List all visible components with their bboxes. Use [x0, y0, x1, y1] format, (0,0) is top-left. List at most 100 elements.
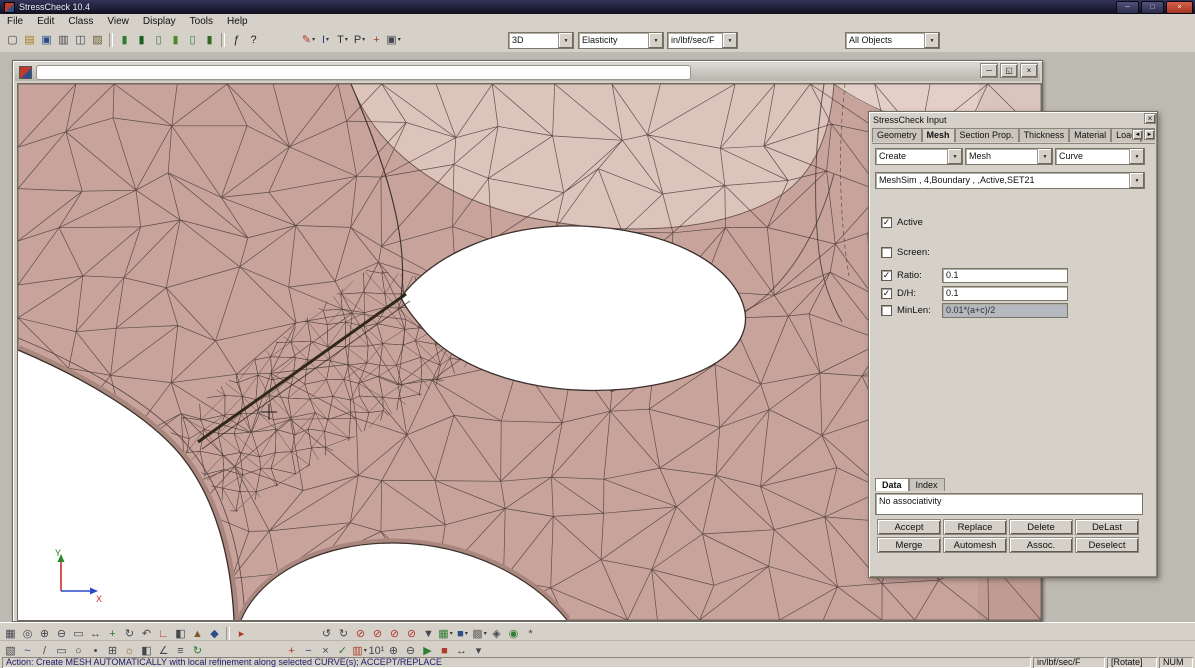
chevron-down-icon: ▾: [345, 32, 348, 48]
chevron-down-icon[interactable]: ▼: [722, 33, 737, 48]
copy-image-icon[interactable]: ◫: [72, 32, 89, 48]
menu-class[interactable]: Class: [61, 15, 100, 28]
ratio-input[interactable]: 0.1: [942, 268, 1068, 283]
selection-dropdown-value: Curve: [1056, 149, 1129, 164]
save-model-icon[interactable]: ▣: [38, 32, 55, 48]
save-database-icon[interactable]: ▮: [133, 32, 150, 48]
tab-scroll-right-button[interactable]: ►: [1144, 129, 1155, 140]
dialog-close-button[interactable]: ×: [1144, 113, 1156, 124]
statusbar: Action: Create MESH AUTOMATICALLY with l…: [0, 656, 1195, 668]
delast-button[interactable]: DeLast: [1075, 519, 1139, 535]
dialog-titlebar[interactable]: StressCheck Input: [871, 113, 1155, 126]
active-checkbox-label: Active: [897, 217, 923, 228]
chevron-down-icon[interactable]: ▼: [558, 33, 573, 48]
delete-button[interactable]: Delete: [1009, 519, 1073, 535]
chevron-down-icon[interactable]: ▼: [1129, 173, 1144, 188]
model-info-icon[interactable]: ▮: [201, 32, 218, 48]
status-num-lock: NUM: [1159, 657, 1193, 668]
accept-button[interactable]: Accept: [877, 519, 941, 535]
tab-mesh[interactable]: Mesh: [922, 128, 955, 142]
theory-dropdown-value: Elasticity: [579, 33, 648, 48]
objects-dropdown[interactable]: All Objects ▼: [845, 32, 940, 49]
minlen-checkbox[interactable]: [881, 305, 892, 316]
record-dropdown[interactable]: MeshSim , 4,Boundary , ,Active,SET21 ▼: [875, 172, 1145, 189]
ratio-row: ✓ Ratio:: [881, 269, 922, 282]
edit-toolbar: ▧~/▭○•⊞☼◧∠≡↻ +−×✓▥▾10¹⊕⊖▶■↔▾: [0, 640, 1195, 657]
child-minimize-button[interactable]: ─: [980, 63, 998, 78]
context-help-icon[interactable]: ?: [245, 32, 262, 48]
minlen-input[interactable]: 0.01*(a+c)/2: [942, 303, 1068, 318]
dimension-dropdown[interactable]: 3D ▼: [508, 32, 574, 49]
status-units: in/lbf/sec/F: [1033, 657, 1105, 668]
open-model-icon[interactable]: ▤: [21, 32, 38, 48]
x-axis-label: X: [96, 594, 102, 604]
automesh-button[interactable]: Automesh: [943, 537, 1007, 553]
menu-help[interactable]: Help: [220, 15, 255, 28]
toolbar-separator: [226, 627, 230, 641]
marker-plus-icon[interactable]: +: [368, 32, 385, 48]
open-database-icon[interactable]: ▮: [116, 32, 133, 48]
tab-data[interactable]: Data: [875, 478, 909, 491]
text-display-icon[interactable]: T▾: [334, 32, 351, 48]
dh-checkbox[interactable]: ✓: [881, 288, 892, 299]
tab-geometry[interactable]: Geometry: [872, 128, 922, 142]
export-file-icon[interactable]: ▮: [167, 32, 184, 48]
screen-checkbox[interactable]: [881, 247, 892, 258]
dh-input[interactable]: 0.1: [942, 286, 1068, 301]
deselect-button[interactable]: Deselect: [1075, 537, 1139, 553]
titlebar: StressCheck 10.4 ─ □ ×: [0, 0, 1195, 14]
capture-icon[interactable]: ▣▾: [385, 32, 402, 48]
active-row: ✓ Active: [881, 216, 923, 229]
chevron-down-icon[interactable]: ▼: [648, 33, 663, 48]
point-display-icon[interactable]: P▾: [351, 32, 368, 48]
close-button[interactable]: ×: [1166, 1, 1193, 14]
pen-color-icon[interactable]: ✎▾: [300, 32, 317, 48]
menu-edit[interactable]: Edit: [30, 15, 61, 28]
objects-dropdown-value: All Objects: [846, 33, 924, 48]
menu-display[interactable]: Display: [136, 15, 183, 28]
theory-dropdown[interactable]: Elasticity ▼: [578, 32, 664, 49]
new-model-icon[interactable]: ▢: [4, 32, 21, 48]
import-file-icon[interactable]: ▯: [150, 32, 167, 48]
ratio-checkbox[interactable]: ✓: [881, 270, 892, 281]
child-close-button[interactable]: ×: [1020, 63, 1038, 78]
display-toolbar-group: ✎▾I▾T▾P▾+▣▾: [300, 31, 402, 48]
menu-tools[interactable]: Tools: [183, 15, 220, 28]
merge-button[interactable]: Merge: [877, 537, 941, 553]
chevron-down-icon: ▾: [398, 32, 401, 48]
replace-button[interactable]: Replace: [943, 519, 1007, 535]
attach-notes-icon[interactable]: ▯: [184, 32, 201, 48]
chevron-down-icon[interactable]: ▼: [1037, 149, 1052, 164]
paste-icon[interactable]: ▨: [89, 32, 106, 48]
menu-file[interactable]: File: [0, 15, 30, 28]
tab-index[interactable]: Index: [909, 478, 945, 491]
tab-thickness[interactable]: Thickness: [1019, 128, 1070, 142]
model-window-titlebar[interactable]: [15, 63, 1040, 81]
tab-material[interactable]: Material: [1069, 128, 1111, 142]
stresscheck-input-dialog: StressCheck Input × GeometryMeshSection …: [868, 111, 1158, 578]
associativity-list[interactable]: No associativity: [875, 493, 1143, 515]
screen-row: Screen:: [881, 246, 930, 259]
menu-view[interactable]: View: [100, 15, 136, 28]
formula-editor-icon[interactable]: ƒ: [228, 32, 245, 48]
active-checkbox[interactable]: ✓: [881, 217, 892, 228]
child-restore-button[interactable]: ◱: [1000, 63, 1018, 78]
tab-section-prop[interactable]: Section Prop.: [955, 128, 1019, 142]
object-dropdown[interactable]: Mesh ▼: [965, 148, 1053, 165]
display-style-icon[interactable]: I▾: [317, 32, 334, 48]
chevron-down-icon[interactable]: ▼: [947, 149, 962, 164]
y-axis-label: Y: [55, 548, 61, 558]
chevron-down-icon[interactable]: ▼: [924, 33, 939, 48]
view-toolbar: ▦◎⊕⊖▭↔+↻↶∟◧▲◆▸ ↺↻⊘⊘⊘⊘▼▦▾■▾▩▾◈◉*: [0, 622, 1195, 641]
print-icon[interactable]: ▥: [55, 32, 72, 48]
chevron-down-icon[interactable]: ▼: [1129, 149, 1144, 164]
menubar: File Edit Class View Display Tools Help: [0, 14, 1195, 30]
selection-dropdown[interactable]: Curve ▼: [1055, 148, 1145, 165]
units-dropdown[interactable]: in/lbf/sec/F ▼: [667, 32, 738, 49]
maximize-button[interactable]: □: [1141, 1, 1164, 14]
assoc-button[interactable]: Assoc.: [1009, 537, 1073, 553]
minimize-button[interactable]: ─: [1116, 1, 1139, 14]
method-dropdown[interactable]: Create ▼: [875, 148, 963, 165]
tab-scroll-left-button[interactable]: ◄: [1132, 129, 1143, 140]
dialog-title: StressCheck Input: [873, 115, 947, 125]
